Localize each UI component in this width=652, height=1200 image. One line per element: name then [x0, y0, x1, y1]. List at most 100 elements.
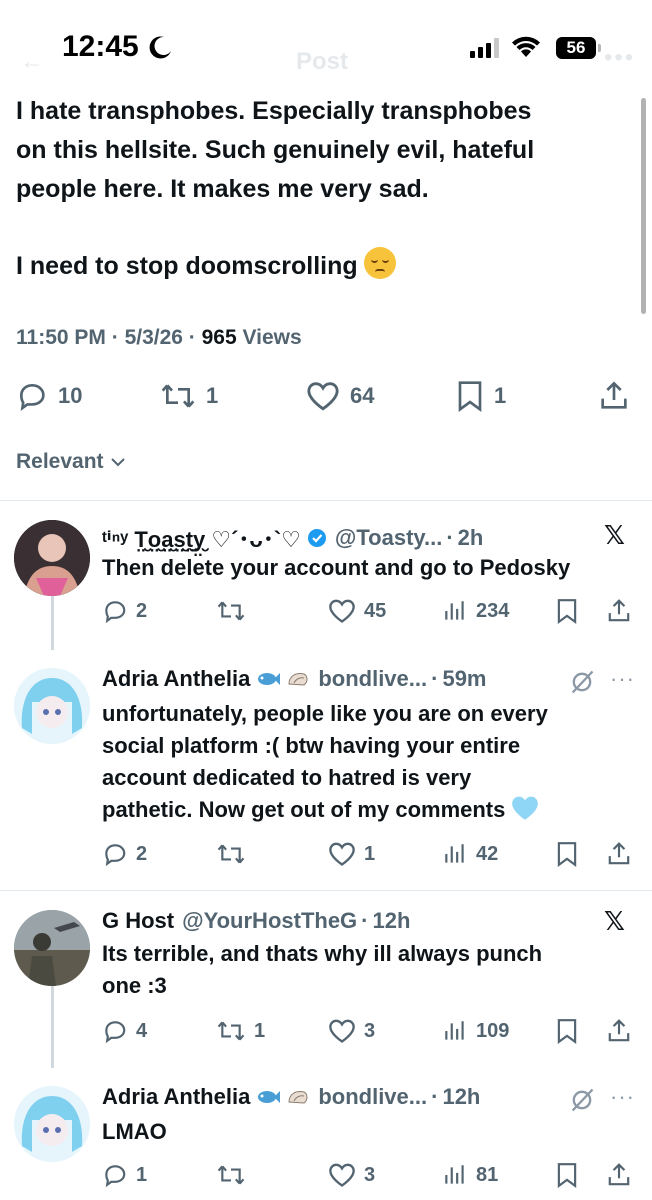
handle[interactable]: bondlive... [318, 1084, 427, 1110]
reply-icon [19, 383, 45, 411]
bookmark-icon [557, 599, 577, 624]
x-logo-icon: 𝕏 [604, 906, 625, 936]
bookmark-button[interactable] [556, 837, 578, 871]
analytics-icon [445, 601, 464, 620]
tweet-text: I hate transphobes. Especially transphob… [16, 92, 626, 286]
share-button[interactable] [606, 1014, 632, 1048]
avatar[interactable] [14, 1086, 90, 1162]
share-icon [608, 1163, 630, 1186]
reply-button[interactable]: 2 [102, 837, 147, 871]
focus-moon-icon [149, 36, 171, 59]
share-button[interactable] [606, 1158, 632, 1192]
reply-item[interactable]: Adria Anthelia bondlive... · 59m ··· unf… [0, 650, 652, 890]
tweet-actions: 10 1 64 1 [0, 372, 652, 420]
more-options-icon[interactable]: ··· [610, 1084, 635, 1110]
tweet-time: 11:50 PM [16, 326, 106, 349]
timestamp[interactable]: 12h [373, 908, 411, 934]
share-button[interactable] [598, 372, 630, 420]
bookmark-icon [557, 842, 577, 867]
timestamp[interactable]: 12h [442, 1084, 480, 1110]
reply-text: unfortunately, people like you are on ev… [102, 701, 548, 822]
light-blue-heart-emoji-icon [512, 796, 539, 820]
like-button[interactable]: 1 [328, 837, 375, 871]
reply-icon [105, 601, 126, 624]
reply-button[interactable]: 4 [102, 1014, 147, 1048]
scrollbar[interactable] [641, 98, 646, 314]
x-logo-icon: 𝕏 [604, 520, 625, 550]
reply-actions: 1 3 81 [0, 1158, 652, 1192]
views-button[interactable]: 109 [442, 1014, 509, 1048]
reply-header: Adria Anthelia bondlive... · 59m [102, 666, 487, 692]
fish-emoji-icon [258, 673, 281, 685]
avatar[interactable] [14, 520, 90, 596]
reply-actions: 2 1 42 [0, 837, 652, 871]
display-name[interactable]: ᵗⁱⁿʸ T̤̮o̤̮a̤̮s̤̮t̤̮y̤̮ ♡´･ᴗ･`♡ [102, 522, 301, 554]
share-icon [608, 842, 630, 865]
handle[interactable]: @YourHostTheG [182, 908, 357, 934]
like-button[interactable]: 45 [328, 594, 386, 628]
status-bar: ← Post ••• 12:45 56 [0, 0, 652, 96]
share-icon [608, 599, 630, 622]
handle[interactable]: bondlive... [318, 666, 427, 692]
display-name[interactable]: G Host [102, 908, 174, 934]
reply-icon [105, 1165, 126, 1188]
reply-actions: 4 1 3 109 [0, 1014, 652, 1048]
share-button[interactable] [606, 837, 632, 871]
repost-icon [217, 844, 245, 864]
tweet-line: I hate transphobes. Especially transphob… [16, 97, 532, 125]
handle[interactable]: @Toasty... [335, 525, 442, 551]
battery-tip [598, 44, 601, 52]
more-options-icon[interactable]: ••• [604, 44, 635, 72]
cellular-signal-icon [470, 38, 499, 58]
views-button[interactable]: 81 [442, 1158, 498, 1192]
tweet-line: I need to stop doomscrolling [16, 247, 626, 286]
views-count: 965 [201, 326, 237, 349]
reply-text: Then delete your account and go to Pedos… [102, 555, 571, 580]
reply-button[interactable]: 1 [102, 1158, 147, 1192]
reply-item[interactable]: ᵗⁱⁿʸ T̤̮o̤̮a̤̮s̤̮t̤̮y̤̮ ♡´･ᴗ･`♡ @Toasty.… [0, 500, 652, 650]
reply-header: G Host @YourHostTheG · 12h [102, 908, 411, 934]
grok-icon[interactable] [568, 668, 596, 696]
grok-icon[interactable] [568, 1086, 596, 1114]
reply-button[interactable]: 10 [16, 372, 82, 420]
verified-badge-icon [307, 529, 326, 547]
repost-button[interactable]: 1 [160, 372, 218, 420]
views-button[interactable]: 234 [442, 594, 509, 628]
share-button[interactable] [606, 594, 632, 628]
like-button[interactable]: 3 [328, 1014, 375, 1048]
display-name[interactable]: Adria Anthelia [102, 666, 250, 692]
avatar[interactable] [14, 668, 90, 744]
views-button[interactable]: 42 [442, 837, 498, 871]
repost-button[interactable] [216, 594, 246, 628]
heart-icon [329, 842, 355, 866]
reply-item[interactable]: Adria Anthelia bondlive... · 12h ··· LMA… [0, 1068, 652, 1200]
reply-actions: 2 45 234 [0, 594, 652, 628]
bookmark-button[interactable] [556, 1158, 578, 1192]
reply-item[interactable]: G Host @YourHostTheG · 12h 𝕏 Its terribl… [0, 890, 652, 1068]
reply-button[interactable]: 2 [102, 594, 147, 628]
bookmark-icon [458, 381, 482, 412]
bookmark-button[interactable]: 1 [456, 372, 506, 420]
reply-text: LMAO [102, 1119, 167, 1144]
like-button[interactable]: 64 [306, 372, 374, 420]
avatar[interactable] [14, 910, 90, 986]
sort-dropdown[interactable]: Relevant [16, 450, 126, 474]
timestamp[interactable]: 59m [442, 666, 486, 692]
share-icon [601, 381, 627, 409]
back-arrow-icon[interactable]: ← [20, 48, 44, 76]
reply-header: Adria Anthelia bondlive... · 12h [102, 1084, 481, 1110]
bookmark-button[interactable] [556, 1014, 578, 1048]
heart-icon [329, 599, 355, 623]
chevron-down-icon [110, 458, 125, 467]
repost-button[interactable]: 1 [216, 1014, 265, 1048]
repost-button[interactable] [216, 837, 246, 871]
heart-icon [329, 1019, 355, 1043]
repost-icon [217, 601, 245, 621]
display-name[interactable]: Adria Anthelia [102, 1084, 250, 1110]
like-button[interactable]: 3 [328, 1158, 375, 1192]
repost-button[interactable] [216, 1158, 246, 1192]
timestamp[interactable]: 2h [458, 525, 484, 551]
more-options-icon[interactable]: ··· [610, 666, 635, 692]
bookmark-button[interactable] [556, 594, 578, 628]
repost-icon [217, 1021, 245, 1041]
